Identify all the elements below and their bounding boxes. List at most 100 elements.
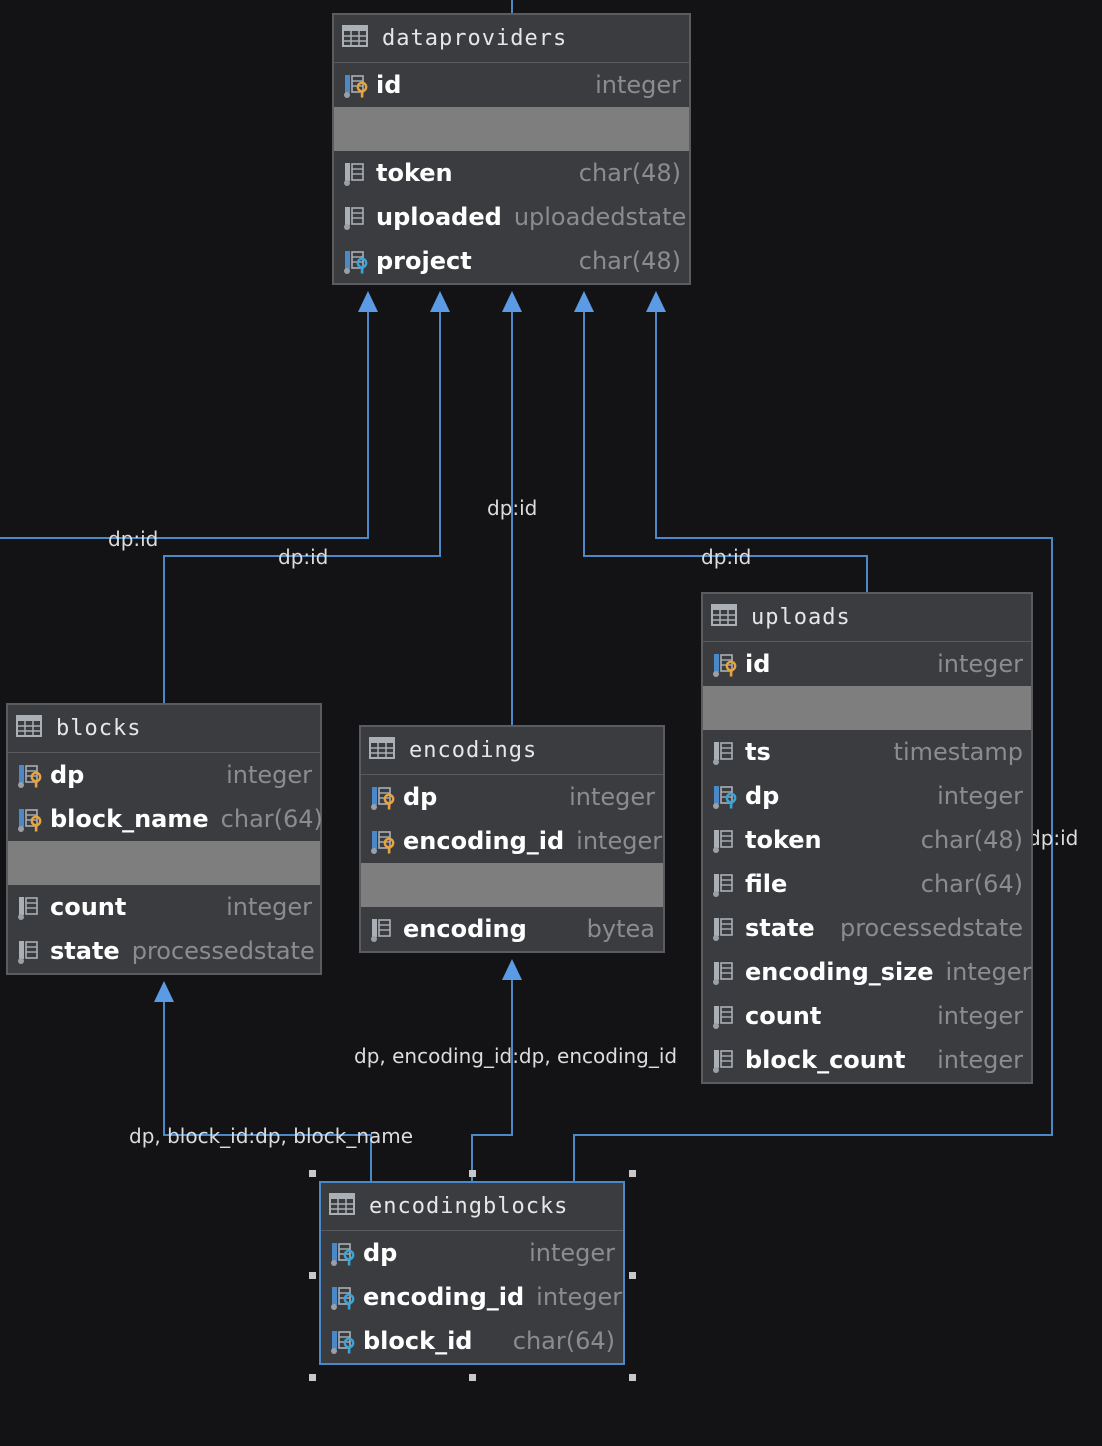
column-icon [711, 1046, 739, 1074]
column-icon [711, 870, 739, 898]
table-icon [342, 24, 370, 53]
column-type: integer [945, 958, 1032, 986]
arrowhead [646, 291, 666, 312]
key-separator [334, 107, 689, 151]
table-encodings[interactable]: encodings dp integer encoding_id integer enco… [359, 725, 665, 953]
column-icon [342, 203, 370, 231]
arrowhead [502, 959, 522, 980]
resize-handle[interactable] [309, 1272, 316, 1279]
foreign-key-icon [329, 1283, 357, 1311]
column-name: token [745, 826, 822, 854]
column-row[interactable]: block_id char(64) [321, 1319, 623, 1363]
column-name: state [745, 914, 815, 942]
foreign-key-icon [342, 247, 370, 275]
column-type: integer [569, 783, 655, 811]
column-row[interactable]: token char(48) [334, 151, 689, 195]
column-row[interactable]: id integer [334, 63, 689, 107]
table-header[interactable]: blocks [8, 705, 320, 753]
resize-handle[interactable] [629, 1170, 636, 1177]
column-type: char(48) [920, 826, 1023, 854]
column-row[interactable]: file char(64) [703, 862, 1031, 906]
column-row[interactable]: block_count integer [703, 1038, 1031, 1082]
column-name: encoding_id [403, 827, 565, 855]
column-name: dp [363, 1239, 398, 1267]
column-name: uploaded [376, 203, 502, 231]
column-icon [711, 958, 739, 986]
table-dataproviders[interactable]: dataproviders id integer token char(48) uploa… [332, 13, 691, 285]
edge-label: dp:id [487, 496, 538, 520]
column-row[interactable]: id integer [703, 642, 1031, 686]
column-row[interactable]: dp integer [361, 775, 663, 819]
column-name: encoding_id [363, 1283, 525, 1311]
column-type: integer [529, 1239, 615, 1267]
foreign-key-icon [329, 1239, 357, 1267]
column-name: dp [745, 782, 780, 810]
key-separator [361, 863, 663, 907]
column-type: processedstate [839, 914, 1023, 942]
table-header[interactable]: encodings [361, 727, 663, 775]
column-type: integer [536, 1283, 623, 1311]
column-type: bytea [586, 915, 655, 943]
primary-key-icon [342, 71, 370, 99]
column-row[interactable]: state processedstate [703, 906, 1031, 950]
table-header[interactable]: dataproviders [334, 15, 689, 63]
column-name: file [745, 870, 788, 898]
column-row[interactable]: state processedstate [8, 929, 320, 973]
column-row[interactable]: dp integer [321, 1231, 623, 1275]
column-type: char(64) [220, 805, 323, 833]
table-name: encodingblocks [369, 1194, 569, 1219]
column-name: id [376, 71, 402, 99]
table-blocks[interactable]: blocks dp integer block_name char(64) count in… [6, 703, 323, 975]
column-icon [711, 826, 739, 854]
column-row[interactable]: token char(48) [703, 818, 1031, 862]
key-separator [703, 686, 1031, 730]
column-icon [369, 915, 397, 943]
table-encodingblocks[interactable]: encodingblocks dp integer encoding_id intege… [319, 1181, 625, 1365]
column-row[interactable]: ts timestamp [703, 730, 1031, 774]
column-row[interactable]: encoding_id integer [321, 1275, 623, 1319]
column-name: state [50, 937, 120, 965]
edge-encodingblocks-to-blocks [163, 986, 372, 1181]
column-row[interactable]: count integer [8, 885, 320, 929]
edge-label: dp, encoding_id:dp, encoding_id [354, 1044, 678, 1068]
column-name: id [745, 650, 771, 678]
column-row[interactable]: encoding_size integer [703, 950, 1031, 994]
resize-handle[interactable] [469, 1170, 476, 1177]
column-row[interactable]: count integer [703, 994, 1031, 1038]
primary-key-icon [369, 827, 397, 855]
table-header[interactable]: uploads [703, 594, 1031, 642]
table-header[interactable]: encodingblocks [321, 1183, 623, 1231]
column-type: uploadedstate [513, 203, 687, 231]
edge-label: dp:id [701, 545, 752, 569]
column-type: integer [937, 1002, 1023, 1030]
table-uploads[interactable]: uploads id integer ts timestamp dp integer toke… [701, 592, 1033, 1084]
column-row[interactable]: block_name char(64) [8, 797, 323, 841]
column-row[interactable]: uploaded uploadedstate [334, 195, 689, 239]
column-icon [711, 1002, 739, 1030]
column-row[interactable]: dp integer [703, 774, 1031, 818]
column-icon [711, 914, 739, 942]
column-row[interactable]: encoding_id integer [361, 819, 663, 863]
column-type: char(48) [578, 159, 681, 187]
resize-handle[interactable] [629, 1272, 636, 1279]
edge-label: dp:id [1028, 826, 1079, 850]
column-name: dp [50, 761, 85, 789]
edge-label: dp:id [108, 527, 159, 551]
primary-foreign-key-icon [16, 761, 44, 789]
arrowhead [430, 291, 450, 312]
resize-handle[interactable] [309, 1170, 316, 1177]
table-icon [329, 1192, 357, 1221]
resize-handle[interactable] [469, 1374, 476, 1381]
resize-handle[interactable] [629, 1374, 636, 1381]
column-row[interactable]: project char(48) [334, 239, 689, 283]
table-name: dataproviders [382, 26, 568, 51]
column-icon [16, 937, 44, 965]
edge-offscreen-to-dataproviders [0, 296, 369, 539]
column-icon [342, 159, 370, 187]
resize-handle[interactable] [309, 1374, 316, 1381]
column-type: integer [937, 1046, 1023, 1074]
column-row[interactable]: encoding bytea [361, 907, 663, 951]
column-row[interactable]: dp integer [8, 753, 320, 797]
column-name: count [50, 893, 127, 921]
column-name: ts [745, 738, 771, 766]
